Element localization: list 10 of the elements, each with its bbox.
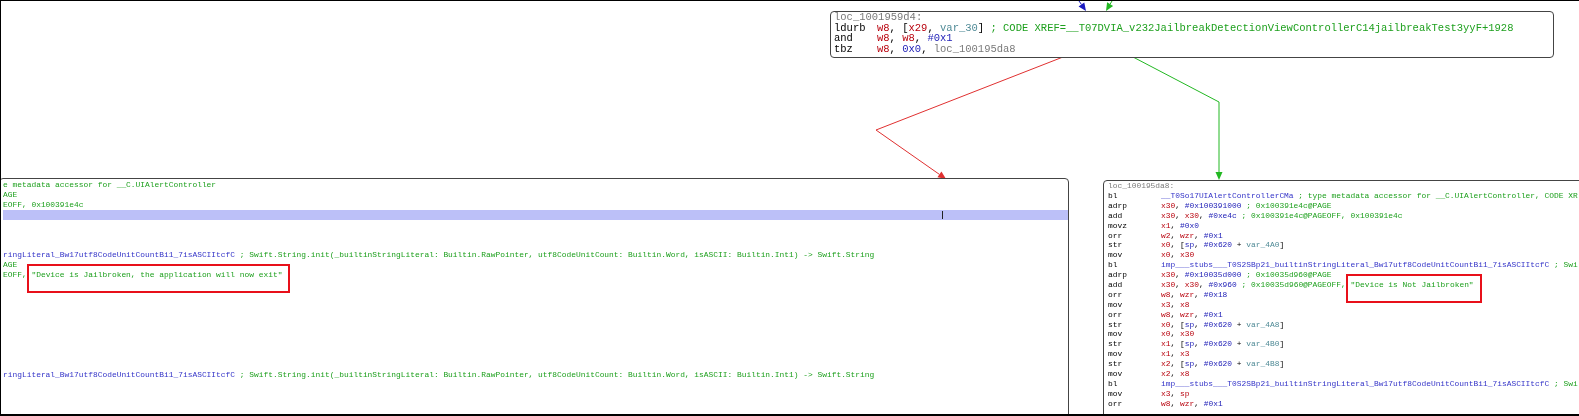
mnemonic: and — [834, 33, 854, 44]
mnemonic: ldurb — [834, 23, 867, 34]
operand-text: w8, 0x0, loc_100195da8 — [877, 43, 1016, 54]
operand-text: w8, [x29, var_30] ; CODE XREF=__T07DVIA_v232JailbreakDetectionViewControllerC14jailbreakTest3yyF+1928 — [877, 23, 1514, 34]
mnemonic: tbz — [834, 43, 854, 54]
block-label: loc_1001959d4: — [834, 12, 924, 23]
text-cursor — [942, 211, 943, 219]
edge-arrow — [1078, 1, 1086, 11]
operand-text: w8, w8, #0x1 — [877, 33, 953, 44]
edge-arrow — [1106, 1, 1114, 11]
